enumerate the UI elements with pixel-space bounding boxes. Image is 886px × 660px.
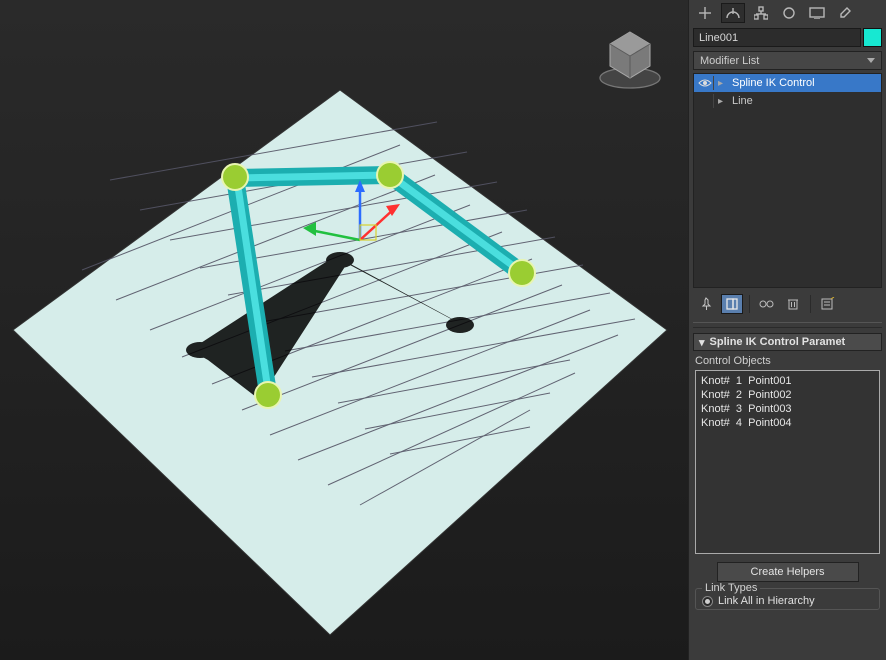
modifier-list-dropdown[interactable]: Modifier List: [693, 51, 882, 70]
make-unique-button[interactable]: [756, 294, 778, 314]
object-name-field[interactable]: [693, 28, 861, 47]
radio-label: Link All in Hierarchy: [718, 595, 815, 607]
eye-icon-empty: [696, 94, 714, 108]
link-types-title: Link Types: [702, 582, 760, 594]
list-item[interactable]: Knot# 4 Point004: [701, 416, 874, 430]
modifier-label: Spline IK Control: [732, 77, 815, 89]
link-types-group: Link Types Link All in Hierarchy: [695, 588, 880, 610]
modifier-line[interactable]: ▸ Line: [694, 92, 881, 110]
viewport-3d[interactable]: [0, 0, 688, 660]
rollout-collapse-icon: ▾: [699, 336, 705, 349]
tab-motion[interactable]: [777, 3, 801, 23]
list-item[interactable]: Knot# 2 Point002: [701, 388, 874, 402]
tab-utilities[interactable]: [833, 3, 857, 23]
command-panel: Modifier List ▸ Spline IK Control ▸ Line: [688, 0, 886, 660]
pin-stack-button[interactable]: [695, 294, 717, 314]
list-item[interactable]: Knot# 1 Point001: [701, 374, 874, 388]
modifier-spline-ik-control[interactable]: ▸ Spline IK Control: [694, 74, 881, 92]
expand-caret-icon[interactable]: ▸: [718, 78, 728, 89]
modifier-stack-tools: [689, 288, 886, 320]
list-item[interactable]: Knot# 3 Point003: [701, 402, 874, 416]
configure-modifier-sets-button[interactable]: [817, 294, 839, 314]
panel-tabs: [689, 0, 886, 26]
modifier-list-label: Modifier List: [700, 55, 759, 67]
object-color-swatch[interactable]: [863, 28, 882, 47]
view-cube[interactable]: [592, 20, 668, 96]
show-end-result-button[interactable]: [721, 294, 743, 314]
remove-modifier-button[interactable]: [782, 294, 804, 314]
tab-create[interactable]: [693, 3, 717, 23]
tab-hierarchy[interactable]: [749, 3, 773, 23]
radio-icon: [702, 596, 713, 607]
radio-link-all-in-hierarchy[interactable]: Link All in Hierarchy: [702, 593, 873, 609]
modifier-label: Line: [732, 95, 753, 107]
create-helpers-button[interactable]: Create Helpers: [717, 562, 859, 582]
tab-modify[interactable]: [721, 3, 745, 23]
rollout-spline-ik-control[interactable]: ▾ Spline IK Control Paramet: [693, 333, 882, 351]
viewport-scene: [10, 90, 670, 640]
control-objects-list[interactable]: Knot# 1 Point001 Knot# 2 Point002 Knot# …: [695, 370, 880, 554]
modifier-stack[interactable]: ▸ Spline IK Control ▸ Line: [693, 73, 882, 288]
chevron-down-icon: [867, 58, 875, 63]
rollout-body: Control Objects Knot# 1 Point001 Knot# 2…: [695, 355, 880, 588]
tab-display[interactable]: [805, 3, 829, 23]
eye-icon[interactable]: [696, 76, 714, 90]
expand-caret-icon[interactable]: ▸: [718, 96, 728, 107]
rollout-title: Spline IK Control Paramet: [710, 336, 846, 348]
control-objects-label: Control Objects: [695, 355, 880, 367]
